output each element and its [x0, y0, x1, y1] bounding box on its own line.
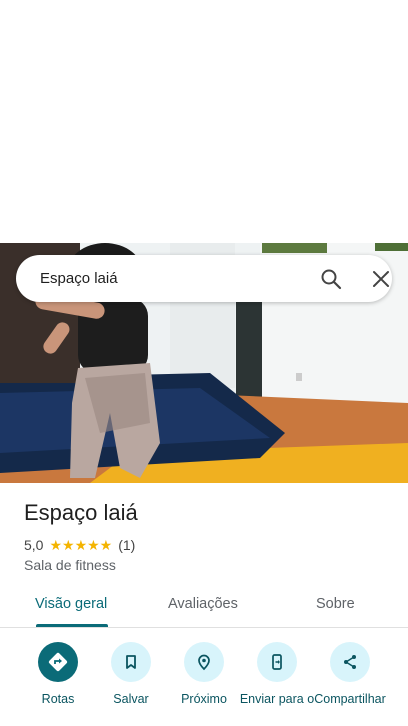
nearby-icon	[184, 642, 224, 682]
rating-row[interactable]: 5,0 ★★★★★ (1)	[24, 536, 135, 554]
search-input[interactable]: Espaço laiá	[40, 255, 118, 302]
tab-reviews[interactable]: Avaliações	[168, 596, 238, 612]
send-to-phone-icon	[257, 642, 297, 682]
rating-stars-icon: ★★★★★	[49, 536, 113, 553]
directions-label: Rotas	[41, 692, 75, 706]
nearby-label: Próximo	[181, 692, 227, 706]
share-button[interactable]: Compartilhar	[310, 640, 390, 706]
save-button[interactable]: Salvar	[91, 640, 171, 706]
bookmark-icon	[111, 642, 151, 682]
directions-icon	[38, 642, 78, 682]
rating-value: 5,0	[24, 537, 44, 553]
share-icon	[330, 642, 370, 682]
search-bar[interactable]: Espaço laiá	[16, 255, 392, 302]
tab-about[interactable]: Sobre	[316, 596, 355, 612]
review-count: (1)	[118, 537, 136, 553]
send-to-phone-button[interactable]: Enviar para o	[237, 640, 317, 706]
search-icon[interactable]	[320, 268, 342, 290]
place-title: Espaço laiá	[24, 500, 138, 525]
close-icon[interactable]	[371, 269, 391, 289]
send-to-phone-label: Enviar para o	[239, 692, 315, 706]
nearby-button[interactable]: Próximo	[164, 640, 244, 706]
directions-button[interactable]: Rotas	[18, 640, 98, 706]
action-bar: Rotas Salvar Próximo Enviar para o Compa…	[0, 640, 408, 726]
share-label: Compartilhar	[314, 692, 386, 706]
place-category: Sala de fitness	[24, 557, 116, 573]
save-label: Salvar	[113, 692, 149, 706]
active-tab-indicator	[36, 624, 108, 627]
tab-bar: Visão geral Avaliações Sobre	[0, 585, 408, 628]
tab-overview[interactable]: Visão geral	[35, 596, 107, 612]
